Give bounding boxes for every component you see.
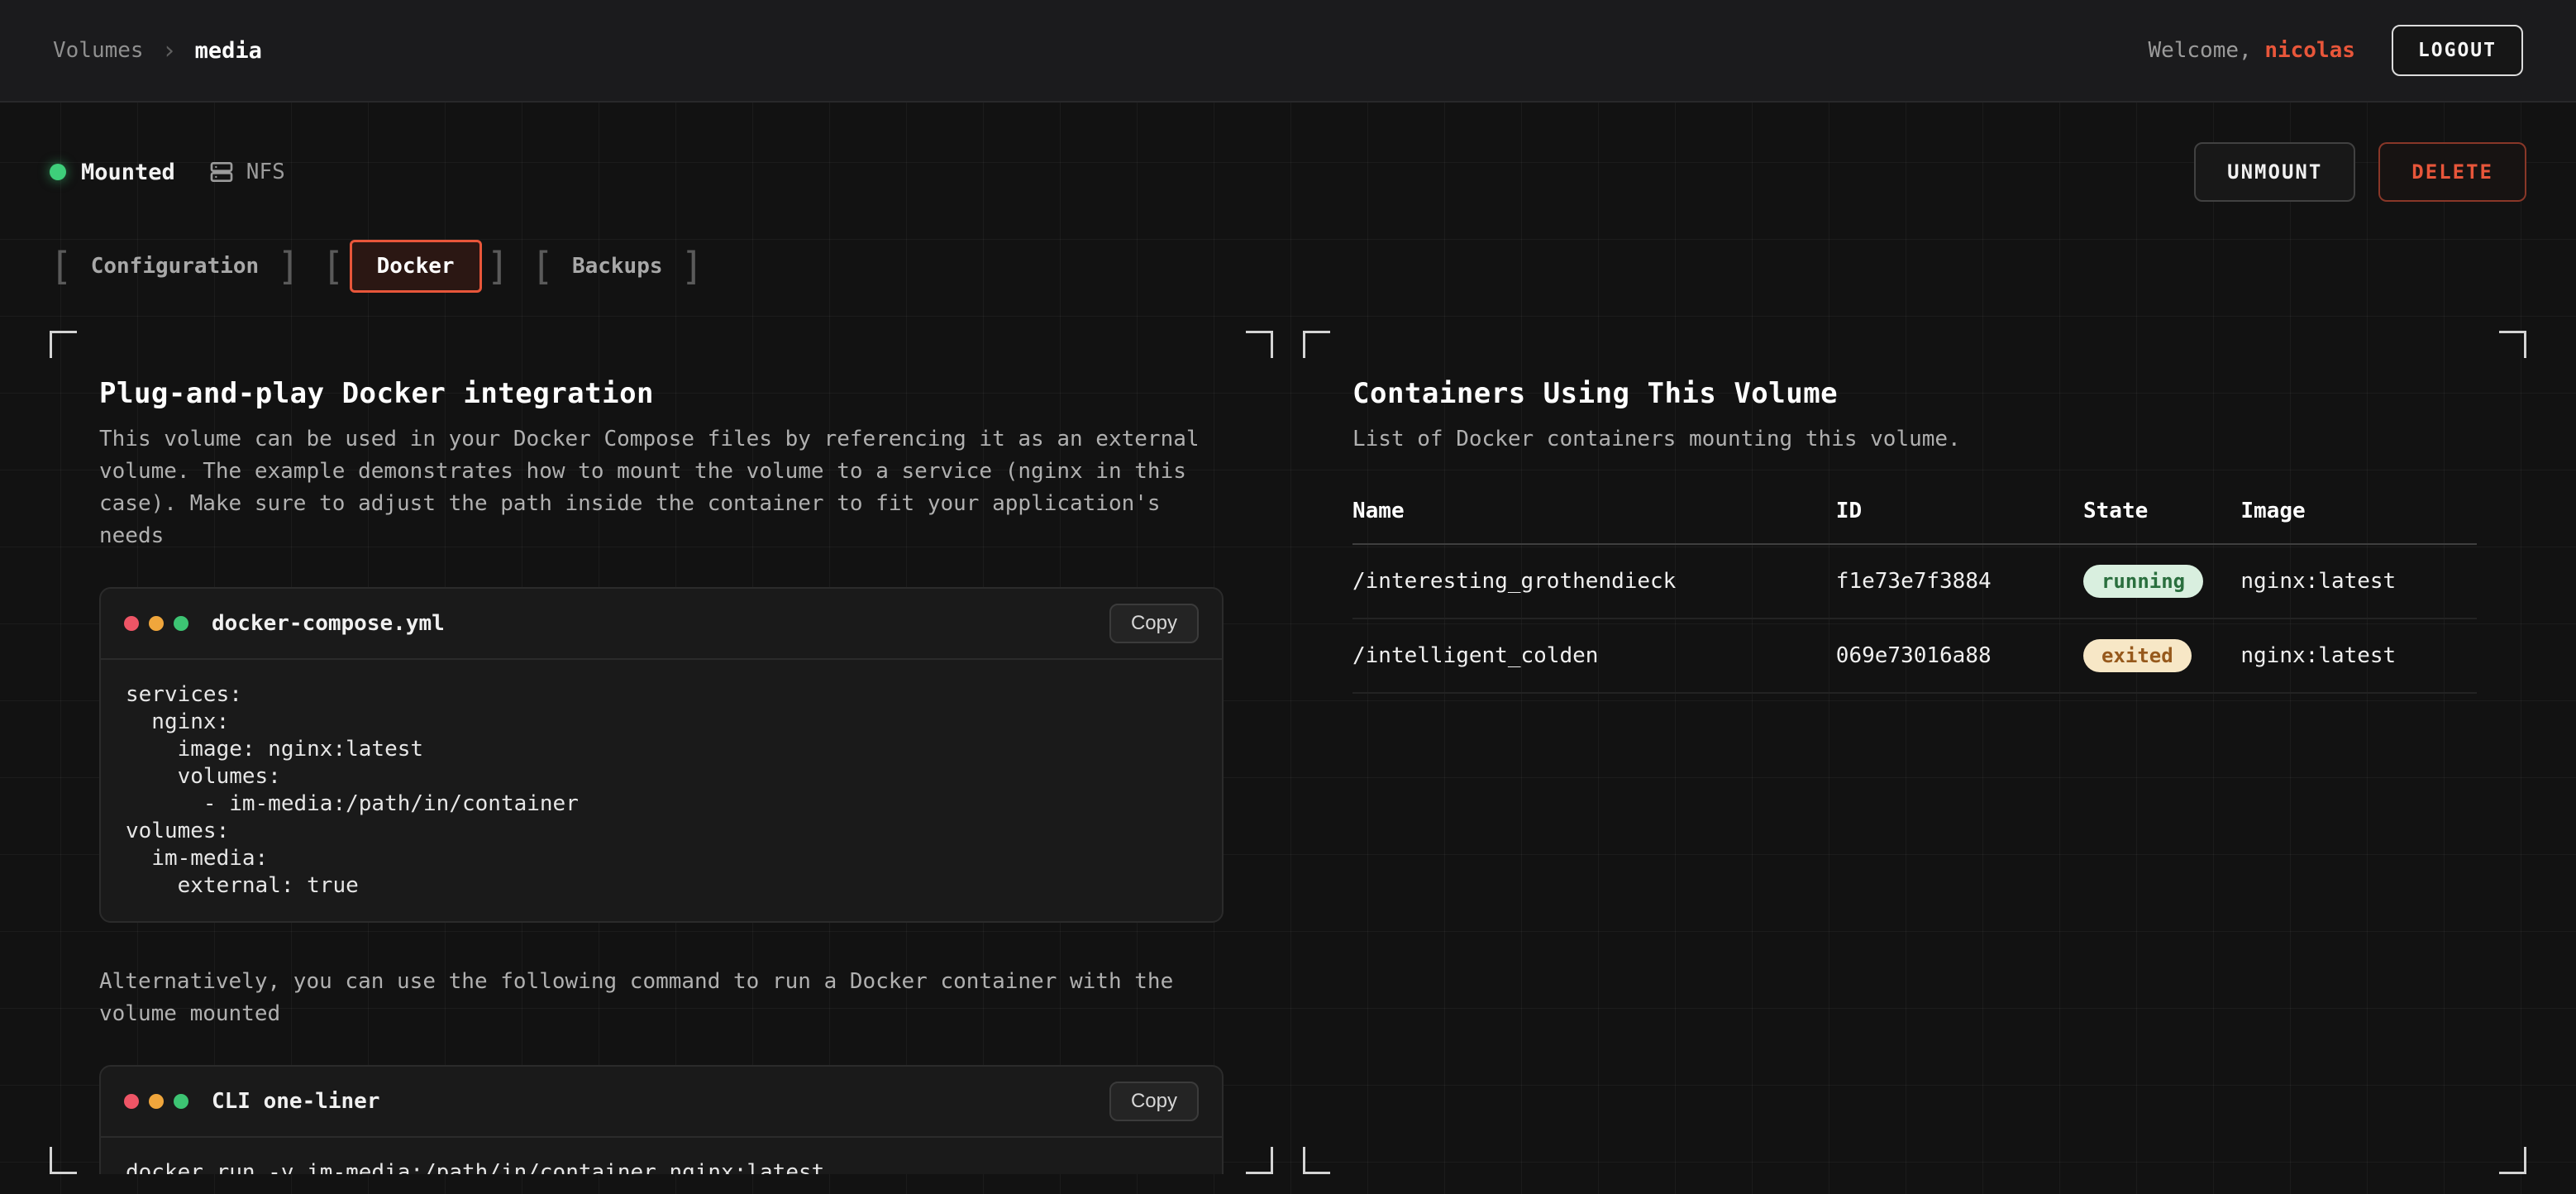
panels: Plug-and-play Docker integration This vo… xyxy=(50,331,2526,1174)
main-content: Mounted NFS UNMOUNT DELETE Configuration… xyxy=(0,103,2576,1174)
traffic-lights xyxy=(124,616,188,631)
logout-button[interactable]: LOGOUT xyxy=(2392,25,2523,76)
cli-filename: CLI one-liner xyxy=(212,1089,1109,1114)
tab-bar: Configuration Docker Backups xyxy=(50,235,2526,298)
table-row: /interesting_grothendieck f1e73e7f3884 r… xyxy=(1352,545,2477,619)
traffic-dot-green-icon xyxy=(174,1094,188,1109)
container-image: nginx:latest xyxy=(2240,569,2477,594)
mounted-status-label: Mounted xyxy=(81,160,175,185)
breadcrumb-volumes[interactable]: Volumes xyxy=(53,38,144,63)
docker-panel-description: This volume can be used in your Docker C… xyxy=(99,423,1224,552)
volume-actions: UNMOUNT DELETE xyxy=(2194,142,2526,202)
header-right: Welcome, nicolas LOGOUT xyxy=(2148,25,2523,76)
compose-code-header: docker-compose.yml Copy xyxy=(101,589,1222,660)
cli-code-header: CLI one-liner Copy xyxy=(101,1067,1222,1138)
delete-button[interactable]: DELETE xyxy=(2378,142,2526,202)
app-header: Volumes › media Welcome, nicolas LOGOUT xyxy=(0,0,2576,103)
column-header-name: Name xyxy=(1352,499,1836,523)
container-id: 069e73016a88 xyxy=(1836,643,2083,668)
unmount-button[interactable]: UNMOUNT xyxy=(2194,142,2355,202)
docker-panel-title: Plug-and-play Docker integration xyxy=(99,377,1224,410)
status-badge: running xyxy=(2083,565,2203,598)
welcome-prefix: Welcome, xyxy=(2148,38,2251,63)
container-state-cell: exited xyxy=(2083,639,2240,672)
tab-docker[interactable]: Docker xyxy=(322,240,509,293)
tab-docker-label: Docker xyxy=(350,240,482,293)
cli-copy-button[interactable]: Copy xyxy=(1109,1082,1199,1121)
mounted-status-dot xyxy=(50,164,66,180)
container-name: /intelligent_colden xyxy=(1352,643,1836,668)
table-row: /intelligent_colden 069e73016a88 exited … xyxy=(1352,619,2477,694)
column-header-image: Image xyxy=(2240,499,2477,523)
container-name: /interesting_grothendieck xyxy=(1352,569,1836,594)
column-header-state: State xyxy=(2083,499,2240,523)
status-badge: exited xyxy=(2083,639,2192,672)
traffic-dot-yellow-icon xyxy=(149,616,164,631)
volume-status-row: Mounted NFS UNMOUNT DELETE xyxy=(50,142,2526,202)
cli-code: docker run -v im-media:/path/in/containe… xyxy=(101,1138,1222,1174)
docker-integration-panel: Plug-and-play Docker integration This vo… xyxy=(50,331,1273,1174)
breadcrumb-separator-icon: › xyxy=(162,36,177,65)
containers-panel-title: Containers Using This Volume xyxy=(1352,377,2477,410)
tab-backups[interactable]: Backups xyxy=(531,241,704,292)
traffic-dot-red-icon xyxy=(124,616,139,631)
cli-code-block: CLI one-liner Copy docker run -v im-medi… xyxy=(99,1065,1224,1174)
cli-intro-text: Alternatively, you can use the following… xyxy=(99,966,1224,1030)
breadcrumb: Volumes › media xyxy=(53,36,262,65)
container-state-cell: running xyxy=(2083,565,2240,598)
table-header-row: Name ID State Image xyxy=(1352,499,2477,545)
tab-configuration-label: Configuration xyxy=(78,241,273,292)
column-header-id: ID xyxy=(1836,499,2083,523)
volume-status: Mounted NFS xyxy=(50,159,285,185)
compose-code-block: docker-compose.yml Copy services: nginx:… xyxy=(99,587,1224,923)
container-id: f1e73e7f3884 xyxy=(1836,569,2083,594)
compose-copy-button[interactable]: Copy xyxy=(1109,604,1199,643)
traffic-dot-red-icon xyxy=(124,1094,139,1109)
tab-configuration[interactable]: Configuration xyxy=(50,241,300,292)
containers-panel: Containers Using This Volume List of Doc… xyxy=(1303,331,2526,1174)
container-image: nginx:latest xyxy=(2240,643,2477,668)
traffic-lights xyxy=(124,1094,188,1109)
containers-panel-subtitle: List of Docker containers mounting this … xyxy=(1352,423,2477,456)
compose-filename: docker-compose.yml xyxy=(212,611,1109,636)
compose-code: services: nginx: image: nginx:latest vol… xyxy=(101,660,1222,921)
traffic-dot-yellow-icon xyxy=(149,1094,164,1109)
nfs-server-icon xyxy=(208,159,235,185)
traffic-dot-green-icon xyxy=(174,616,188,631)
containers-table: Name ID State Image /interesting_grothen… xyxy=(1352,499,2477,694)
breadcrumb-current: media xyxy=(195,38,262,64)
tab-backups-label: Backups xyxy=(559,241,676,292)
username: nicolas xyxy=(2264,38,2355,63)
welcome-text: Welcome, nicolas xyxy=(2148,38,2354,63)
nfs-label: NFS xyxy=(246,160,285,184)
